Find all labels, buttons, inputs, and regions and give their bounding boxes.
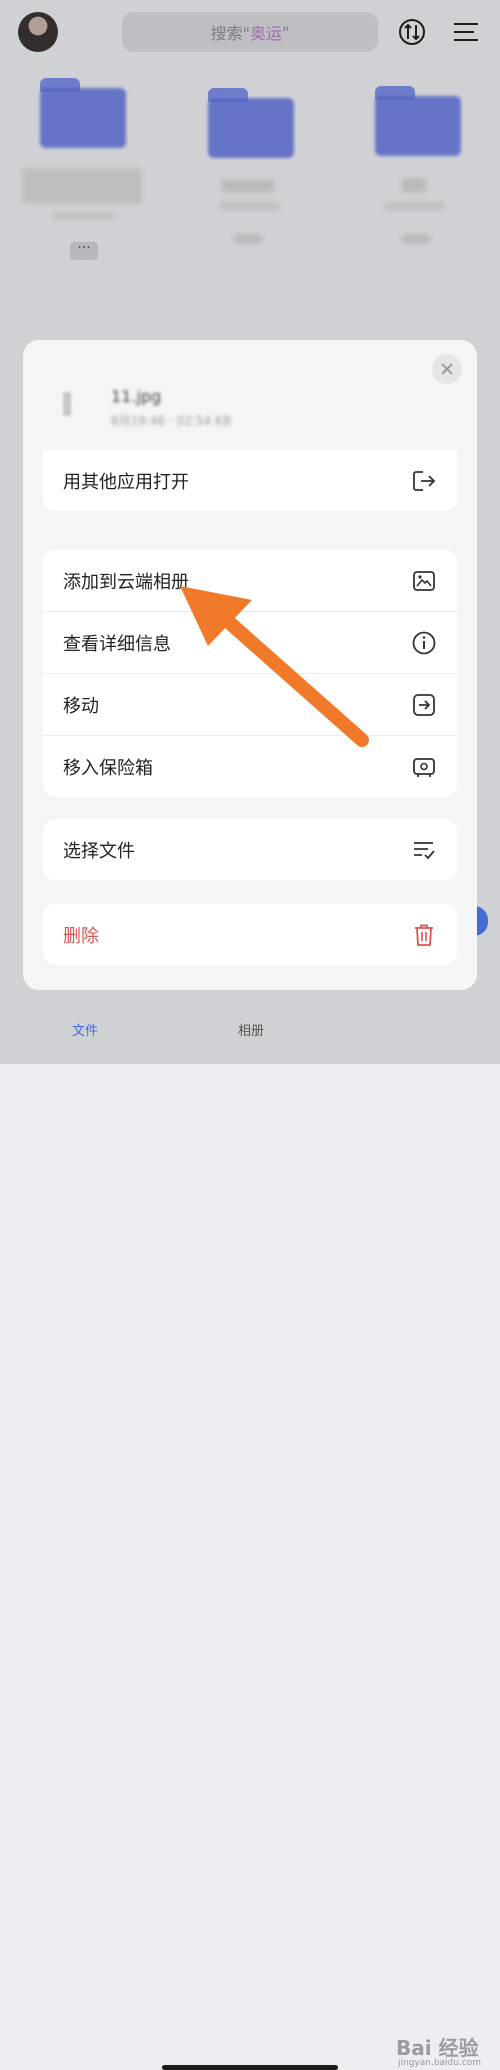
row-label: 用其他应用打开 (63, 471, 189, 493)
home-indicator[interactable] (162, 2065, 338, 2070)
action-sheet: 11.jpg 8月19:46 · 02:54 KB 用其他应用打开 添加到云端相… (23, 340, 477, 990)
move-button[interactable]: 移动 (43, 673, 457, 735)
tab-album[interactable]: 相册 (238, 1020, 264, 1039)
row-label: 选择文件 (63, 840, 135, 862)
move-to-safe-button[interactable]: 移入保险箱 (43, 735, 457, 797)
add-to-cloud-album-button[interactable]: 添加到云端相册 (43, 550, 457, 611)
trash-icon (415, 924, 433, 946)
open-with-other-app-button[interactable]: 用其他应用打开 (43, 450, 457, 511)
cloud-album-icon (413, 570, 435, 591)
row-label: 查看详细信息 (63, 633, 171, 655)
file-thumbnail (63, 392, 71, 416)
row-label: 移动 (63, 695, 99, 717)
view-details-button[interactable]: 查看详细信息 (43, 611, 457, 673)
action-group-select: 选择文件 (43, 819, 457, 880)
action-group-open: 用其他应用打开 (43, 450, 457, 511)
close-icon[interactable] (432, 354, 462, 384)
watermark-logo: Bai 经验 (396, 2036, 479, 2060)
action-group-delete: 删除 (43, 904, 457, 965)
row-label: 移入保险箱 (63, 757, 153, 779)
action-group-main: 添加到云端相册 查看详细信息 移动 移入保险箱 (43, 550, 457, 797)
move-icon (413, 693, 435, 716)
info-icon (412, 631, 436, 654)
tab-files[interactable]: 文件 (72, 1020, 98, 1039)
safe-icon (413, 757, 435, 777)
delete-button[interactable]: 删除 (43, 904, 457, 965)
select-list-icon (414, 841, 435, 859)
file-meta: 8月19:46 · 02:54 KB (111, 414, 232, 428)
row-label: 删除 (63, 925, 99, 947)
select-files-button[interactable]: 选择文件 (43, 819, 457, 880)
row-label: 添加到云端相册 (63, 571, 189, 593)
file-name: 11.jpg (111, 387, 162, 406)
watermark-url: jingyan.baidu.com (398, 2058, 482, 2068)
bottom-tab-bar: 文件 相册 Bai 经验 jingyan.baidu.com (0, 1014, 500, 2070)
share-out-icon (413, 470, 436, 491)
sheet-header: 11.jpg 8月19:46 · 02:54 KB (23, 340, 477, 450)
